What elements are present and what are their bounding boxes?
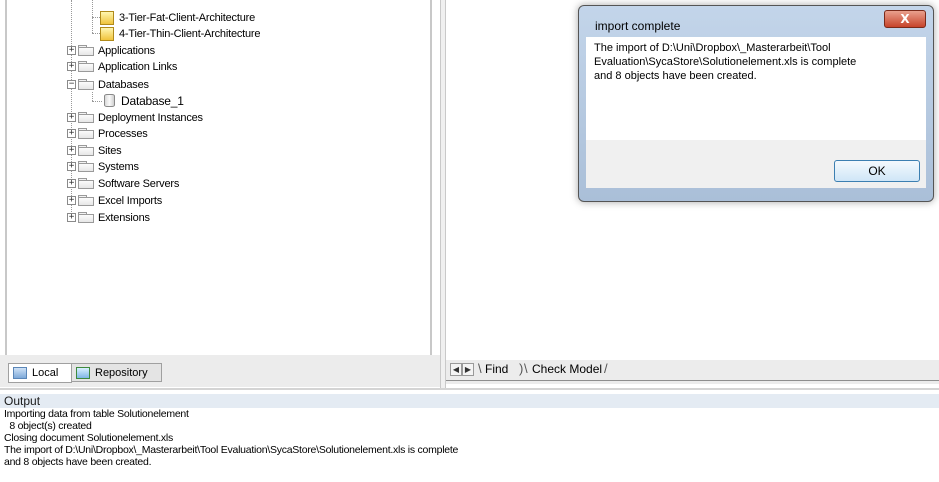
tab-check-model[interactable]: Check Model — [532, 362, 602, 376]
folder-icon — [78, 112, 94, 123]
tab-scroll-arrows: ◀ ▶ — [450, 363, 474, 376]
model-tree-panel: 3-Tier-Fat-Client-Architecture 4-Tier-Th… — [0, 0, 440, 388]
tree-item-systems[interactable]: + Systems — [67, 158, 139, 175]
output-line: Closing document Solutionelement.xls — [4, 432, 174, 444]
collapse-icon[interactable]: − — [67, 80, 76, 89]
tree-item-4-tier-thin-client[interactable]: 4-Tier-Thin-Client-Architecture — [100, 25, 261, 42]
scroll-left-icon[interactable]: ◀ — [450, 363, 462, 376]
tree-item-3-tier-fat-client[interactable]: 3-Tier-Fat-Client-Architecture — [100, 9, 255, 26]
repository-icon — [76, 366, 90, 379]
expand-icon[interactable]: + — [67, 213, 76, 222]
tree-item-extensions[interactable]: + Extensions — [67, 209, 150, 226]
architecture-icon — [100, 26, 114, 41]
tree-item-label: Excel Imports — [98, 194, 163, 207]
ok-button[interactable]: OK — [834, 160, 920, 182]
tree-item-database-1[interactable]: Database_1 — [104, 92, 184, 109]
tree-guide-line — [92, 33, 100, 34]
folder-icon — [78, 145, 94, 156]
tab-repository[interactable]: Repository — [72, 363, 162, 382]
tree-item-processes[interactable]: + Processes — [67, 125, 148, 142]
expand-icon[interactable]: + — [67, 113, 76, 122]
tab-baseline — [446, 380, 939, 381]
panel-splitter[interactable] — [440, 0, 446, 388]
tree-item-label: Application Links — [98, 60, 178, 73]
folder-icon — [78, 161, 94, 172]
tree-item-databases[interactable]: − Databases — [67, 76, 149, 93]
dialog-title: import complete — [595, 19, 681, 33]
tree-item-deployment-instances[interactable]: + Deployment Instances — [67, 109, 203, 126]
local-computer-icon — [13, 367, 27, 379]
database-icon — [104, 94, 115, 107]
tree-item-label: Systems — [98, 160, 139, 173]
tree-tab-bar: Local Repository — [0, 355, 440, 387]
scroll-right-icon[interactable]: ▶ — [462, 363, 474, 376]
message-line: Evaluation\SycaStore\Solutionelement.xls… — [594, 56, 857, 68]
output-line: 8 object(s) created — [4, 420, 92, 432]
folder-icon — [78, 61, 94, 72]
expand-icon[interactable]: + — [67, 62, 76, 71]
folder-icon — [78, 195, 94, 206]
import-complete-dialog: import complete X The import of D:\Uni\D… — [578, 5, 934, 202]
tree-item-label: Processes — [98, 127, 148, 140]
tree-item-label: 4-Tier-Thin-Client-Architecture — [119, 27, 261, 40]
tab-label: Local — [32, 367, 59, 379]
output-title: Output — [4, 394, 41, 408]
tree-item-sites[interactable]: + Sites — [67, 142, 122, 159]
tab-find[interactable]: Find — [485, 362, 508, 376]
tab-edge: ) — [519, 361, 524, 376]
tab-edge: / — [604, 361, 608, 376]
tree-item-label: 3-Tier-Fat-Client-Architecture — [119, 11, 256, 24]
expand-icon[interactable]: + — [67, 179, 76, 188]
expand-icon[interactable]: + — [67, 129, 76, 138]
tree-border-right — [430, 0, 432, 355]
tree-guide-line — [92, 17, 100, 18]
tree-item-label: Software Servers — [98, 177, 180, 190]
folder-icon — [78, 128, 94, 139]
tab-label: Repository — [95, 366, 148, 379]
tab-edge: \ — [524, 361, 528, 376]
tree-item-label: Databases — [98, 78, 149, 91]
output-header — [0, 394, 939, 408]
tree-item-applications[interactable]: + Applications — [67, 42, 155, 59]
message-line: The import of D:\Uni\Dropbox\_Masterarbe… — [594, 42, 831, 54]
expand-icon[interactable]: + — [67, 196, 76, 205]
tab-local[interactable]: Local — [8, 363, 72, 383]
dialog-message: The import of D:\Uni\Dropbox\_Masterarbe… — [594, 41, 914, 83]
tab-edge: \ — [478, 361, 482, 376]
tree-item-label: Database_1 — [121, 93, 184, 108]
expand-icon[interactable]: + — [67, 46, 76, 55]
output-line: and 8 objects have been created. — [4, 456, 152, 468]
folder-icon — [78, 178, 94, 189]
tree-item-label: Deployment Instances — [98, 111, 203, 124]
folder-icon — [78, 45, 94, 56]
tree-item-excel-imports[interactable]: + Excel Imports — [67, 192, 162, 209]
tree-border-left — [5, 0, 7, 355]
architecture-icon — [100, 10, 114, 25]
output-line: Importing data from table Solutionelemen… — [4, 408, 189, 420]
folder-open-icon — [78, 79, 94, 90]
tree-item-application-links[interactable]: + Application Links — [67, 58, 177, 75]
tree-item-label: Sites — [98, 144, 122, 157]
tree-item-label: Extensions — [98, 211, 150, 224]
output-line: The import of D:\Uni\Dropbox\_Masterarbe… — [4, 444, 459, 456]
close-button[interactable]: X — [884, 10, 926, 28]
tree-guide-line — [92, 92, 93, 101]
folder-icon — [78, 212, 94, 223]
expand-icon[interactable]: + — [67, 146, 76, 155]
output-separator — [0, 388, 939, 390]
tree-item-label: Applications — [98, 44, 155, 57]
message-line: and 8 objects have been created. — [594, 70, 757, 82]
tree-guide-line — [92, 101, 102, 102]
expand-icon[interactable]: + — [67, 162, 76, 171]
tree-item-software-servers[interactable]: + Software Servers — [67, 175, 179, 192]
